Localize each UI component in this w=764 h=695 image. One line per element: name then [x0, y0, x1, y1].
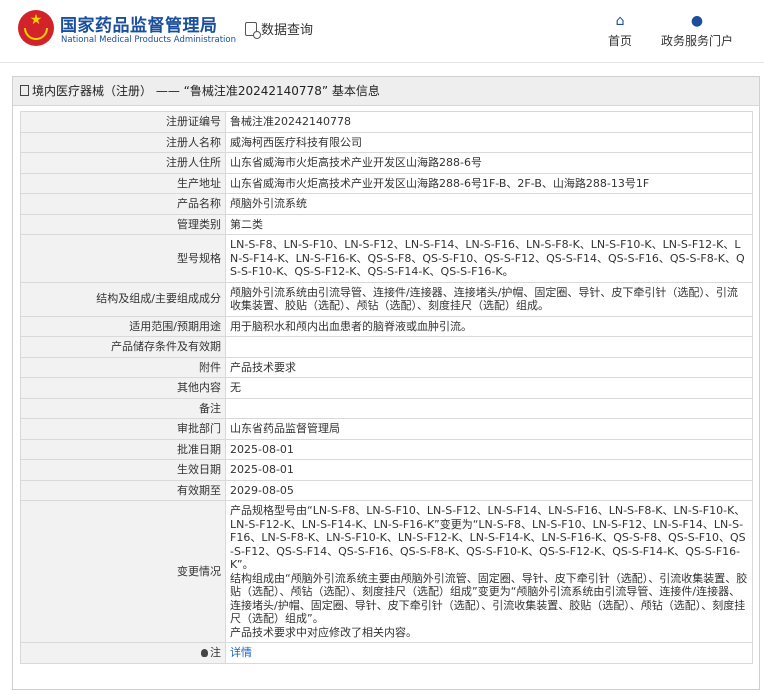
row-value: 产品技术要求 — [225, 356, 753, 378]
panel-title-text: 境内医疗器械（注册） —— “鲁械注准20242140778” 基本信息 — [32, 84, 380, 98]
row-label: 注册人住所 — [20, 152, 226, 174]
row-value-note: 详情 — [225, 642, 753, 664]
data-query-link[interactable]: 数据查询 — [245, 19, 314, 39]
row-label-note: 注 — [20, 642, 226, 664]
row-value: 无 — [225, 377, 753, 399]
site-header: ★ 国家药品监督管理局 National Medical Products Ad… — [0, 0, 764, 62]
row-value: 产品规格型号由“LN-S-F8、LN-S-F10、LN-S-F12、LN-S-F… — [225, 500, 753, 643]
table-row: 管理类别 第二类 — [20, 213, 753, 235]
nav-home-label: 首页 — [608, 34, 633, 48]
row-label: 产品储存条件及有效期 — [20, 336, 226, 358]
row-value: 鲁械注准20242140778 — [225, 111, 753, 133]
note-label: 注 — [210, 646, 221, 659]
site-subtitle: National Medical Products Administration — [61, 35, 236, 45]
table-row: 适用范围/预期用途 用于脑积水和颅内出血患者的脑脊液或血肿引流。 — [20, 315, 753, 337]
home-icon: ⌂ — [615, 13, 625, 29]
row-label: 生产地址 — [20, 172, 226, 194]
table-row: 产品名称 颅脑外引流系统 — [20, 193, 753, 215]
row-label: 变更情况 — [20, 500, 226, 643]
row-label: 管理类别 — [20, 213, 226, 235]
nav-home[interactable]: ⌂ 首页 — [608, 14, 632, 49]
user-icon: ● — [690, 13, 704, 29]
row-label: 产品名称 — [20, 193, 226, 215]
row-label: 附件 — [20, 356, 226, 378]
table-row: 备注 — [20, 397, 753, 419]
nav-portal-label: 政务服务门户 — [661, 34, 734, 48]
star-icon: ★ — [29, 12, 43, 28]
row-value: 山东省药品监督管理局 — [225, 418, 753, 440]
document-icon — [20, 85, 29, 96]
row-label: 其他内容 — [20, 377, 226, 399]
row-value — [225, 397, 753, 419]
site-title[interactable]: 国家药品监督管理局 — [60, 11, 218, 36]
row-value — [225, 336, 753, 358]
row-value: 颅脑外引流系统 — [225, 193, 753, 215]
table-row: 生产地址 山东省威海市火炬高技术产业开发区山海路288-6号1F-B、2F-B、山… — [20, 172, 753, 194]
row-value: 用于脑积水和颅内出血患者的脑脊液或血肿引流。 — [225, 315, 753, 337]
row-value: 第二类 — [225, 213, 753, 235]
row-label: 批准日期 — [20, 438, 226, 460]
search-doc-icon — [245, 22, 261, 39]
header-divider — [0, 62, 764, 63]
table-row: 审批部门 山东省药品监督管理局 — [20, 418, 753, 440]
table-row-note: 注详情 — [20, 642, 753, 664]
details-link[interactable]: 详情 — [230, 646, 252, 659]
row-label: 备注 — [20, 397, 226, 419]
table-row: 生效日期 2025-08-01 — [20, 459, 753, 481]
row-label: 注册人名称 — [20, 131, 226, 153]
row-label: 结构及组成/主要组成成分 — [20, 281, 226, 317]
table-row: 附件 产品技术要求 — [20, 356, 753, 378]
row-label: 型号规格 — [20, 234, 226, 283]
row-value: 2029-08-05 — [225, 479, 753, 501]
row-value: 山东省威海市火炬高技术产业开发区山海路288-6号1F-B、2F-B、山海路28… — [225, 172, 753, 194]
table-row: 注册证编号 鲁械注准20242140778 — [20, 111, 753, 133]
table-row: 结构及组成/主要组成成分 颅脑外引流系统由引流导管、连接件/连接器、连接堵头/护帽… — [20, 281, 753, 317]
table-row: 注册人住所 山东省威海市火炬高技术产业开发区山海路288-6号 — [20, 152, 753, 174]
wheat-ring-icon — [24, 28, 48, 40]
panel-title: 境内医疗器械（注册） —— “鲁械注准20242140778” 基本信息 — [13, 77, 759, 106]
table-row: 变更情况 产品规格型号由“LN-S-F8、LN-S-F10、LN-S-F12、LN… — [20, 500, 753, 643]
table-row: 其他内容无 — [20, 377, 753, 399]
table-row: 产品储存条件及有效期 — [20, 336, 753, 358]
device-info-panel: 境内医疗器械（注册） —— “鲁械注准20242140778” 基本信息 注册证… — [12, 76, 760, 690]
row-value: 山东省威海市火炬高技术产业开发区山海路288-6号 — [225, 152, 753, 174]
row-label: 生效日期 — [20, 459, 226, 481]
row-value: 颅脑外引流系统由引流导管、连接件/连接器、连接堵头/护帽、固定圈、导针、皮下牵引… — [225, 281, 753, 317]
row-value: 2025-08-01 — [225, 459, 753, 481]
row-label: 适用范围/预期用途 — [20, 315, 226, 337]
bulb-icon — [201, 649, 208, 657]
device-info-table: 注册证编号 鲁械注准20242140778 注册人名称 威海柯西医疗科技有限公司 注册人… — [20, 111, 753, 664]
row-value: 威海柯西医疗科技有限公司 — [225, 131, 753, 153]
table-row: 注册人名称 威海柯西医疗科技有限公司 — [20, 131, 753, 153]
data-query-label: 数据查询 — [261, 23, 314, 38]
row-label: 注册证编号 — [20, 111, 226, 133]
table-row: 有效期至 2029-08-05 — [20, 479, 753, 501]
table-row: 批准日期 2025-08-01 — [20, 438, 753, 460]
info-table-body: 注册证编号 鲁械注准20242140778 注册人名称 威海柯西医疗科技有限公司 注册人… — [20, 111, 753, 664]
row-value: 2025-08-01 — [225, 438, 753, 460]
national-emblem-logo[interactable]: ★ — [18, 10, 54, 46]
row-value: LN-S-F8、LN-S-F10、LN-S-F12、LN-S-F14、LN-S-… — [225, 234, 753, 283]
table-row: 型号规格 LN-S-F8、LN-S-F10、LN-S-F12、LN-S-F14、L… — [20, 234, 753, 283]
row-label: 有效期至 — [20, 479, 226, 501]
nav-service-portal[interactable]: ● 政务服务门户 — [661, 14, 733, 49]
row-label: 审批部门 — [20, 418, 226, 440]
